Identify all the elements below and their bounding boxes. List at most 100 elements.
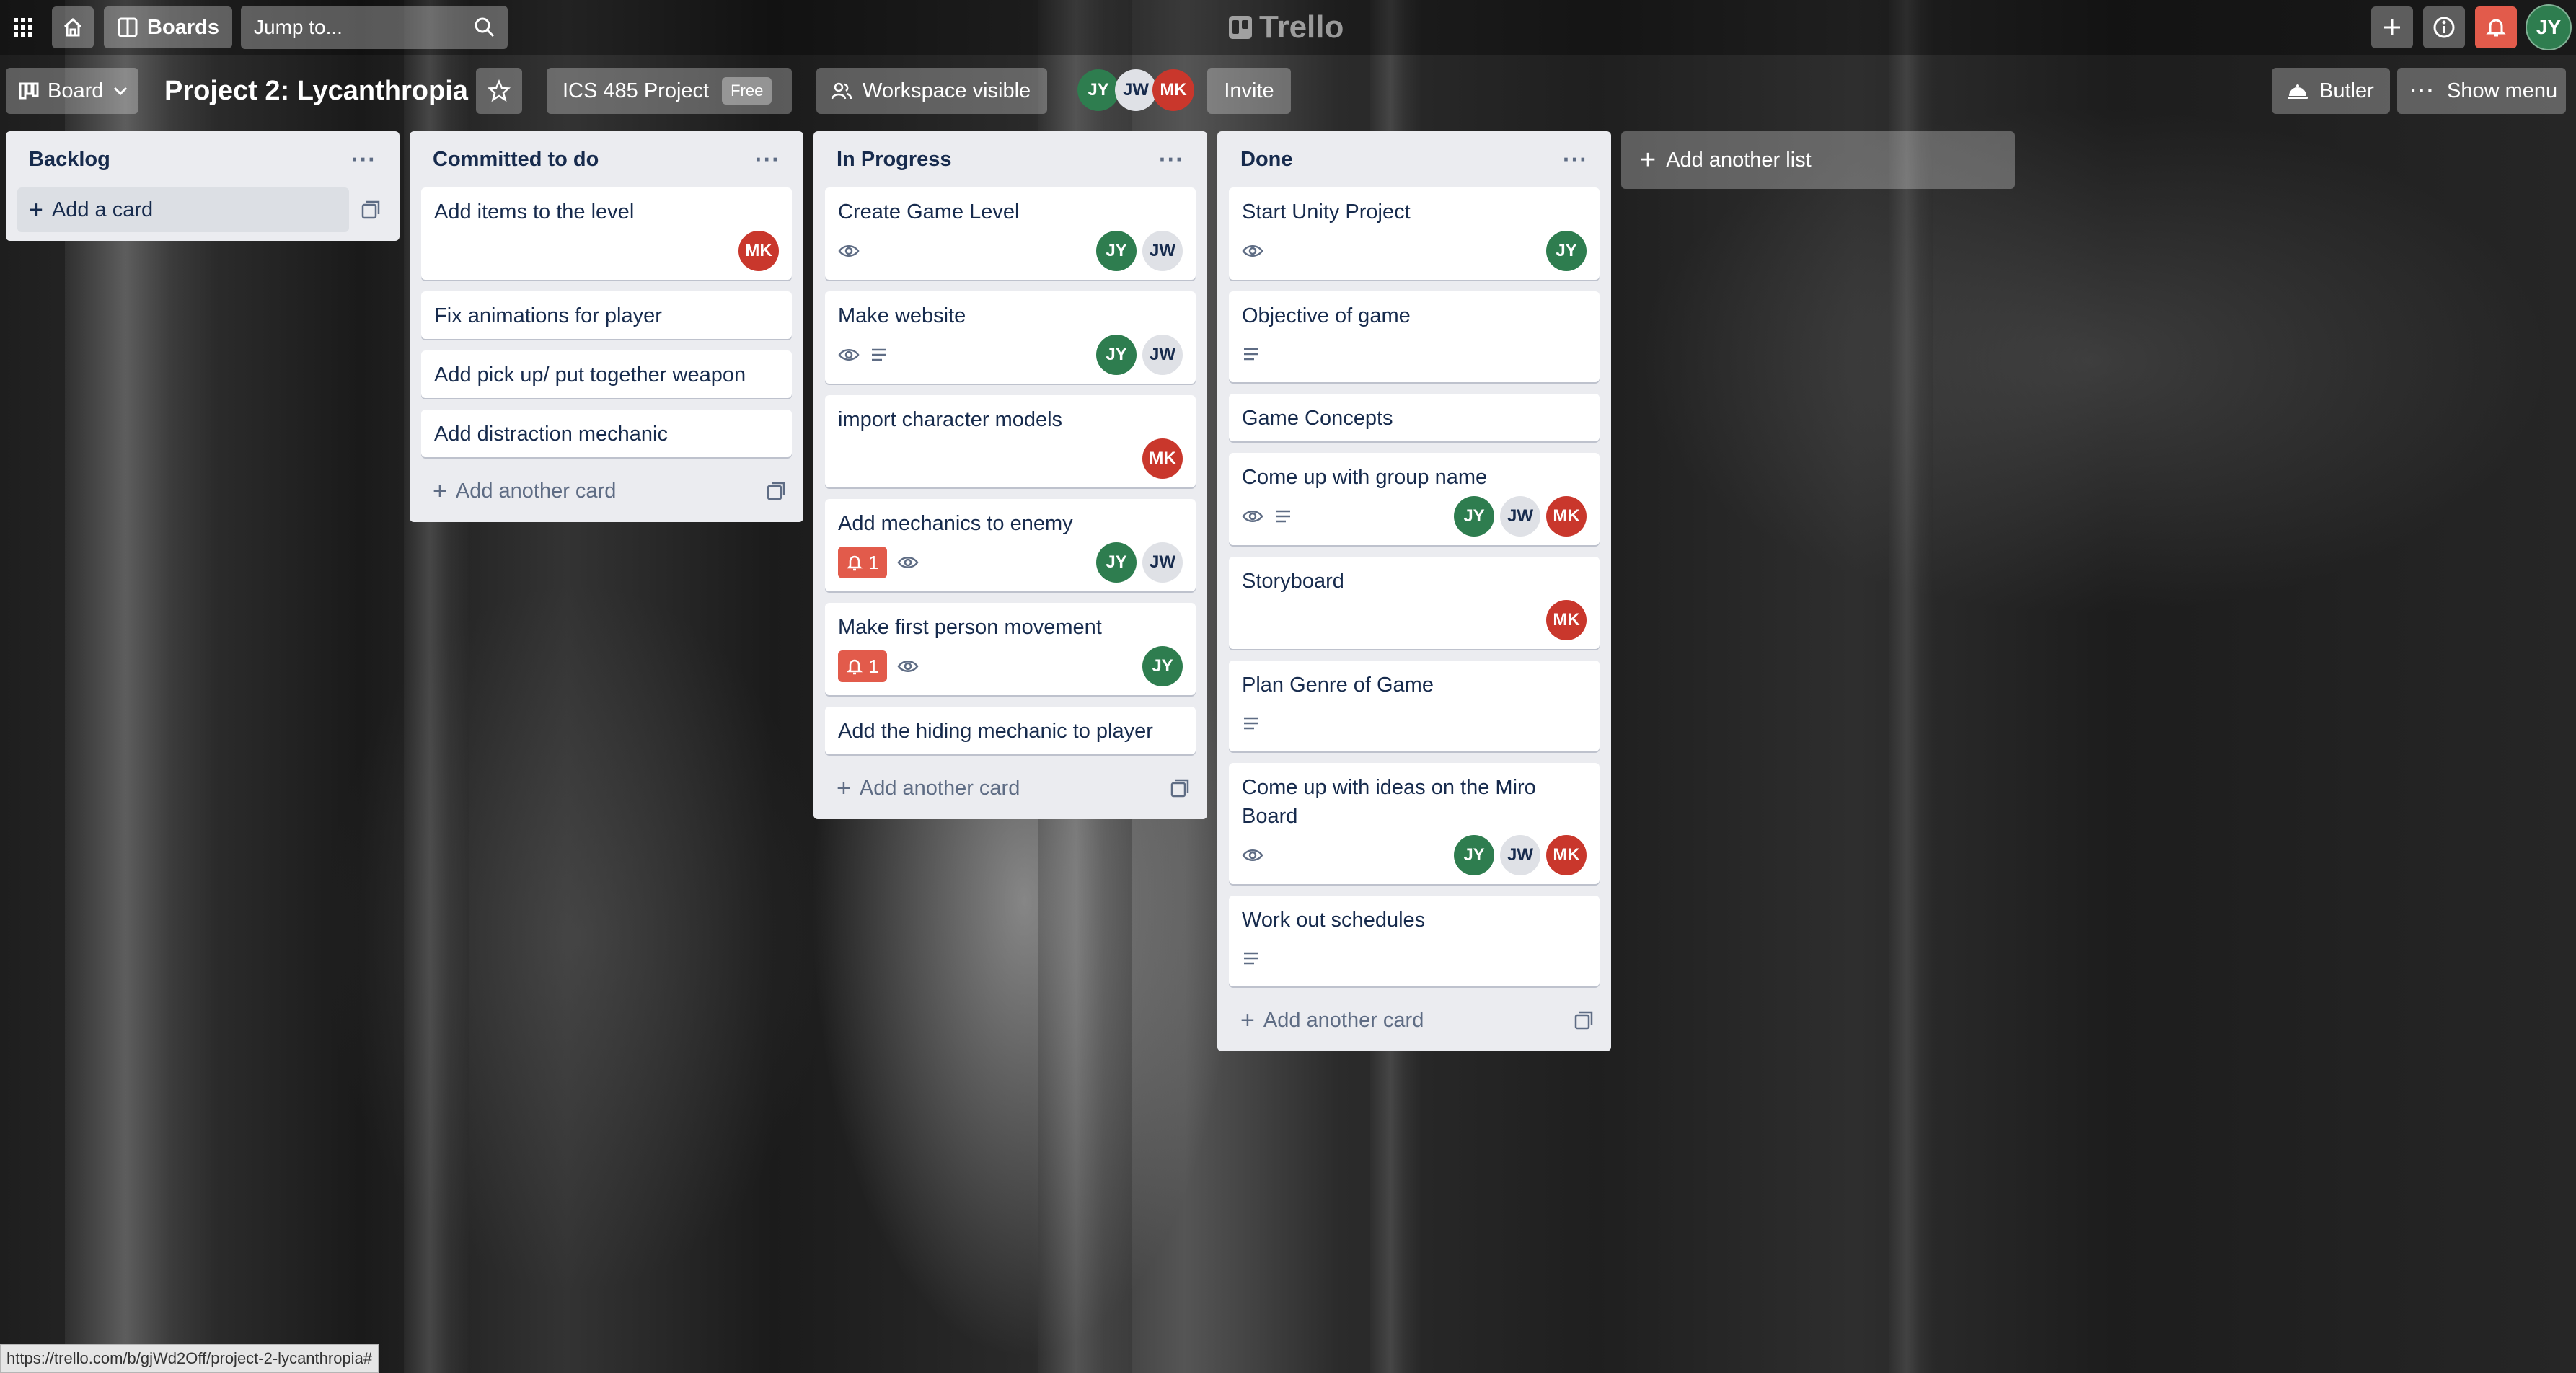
visibility-button[interactable]: Workspace visible (816, 68, 1047, 114)
card-title: Make first person movement (838, 616, 1102, 639)
create-button[interactable] (2371, 6, 2413, 48)
card-members: JY (1142, 646, 1183, 686)
workspace-button[interactable]: ICS 485 Project Free (547, 68, 792, 114)
card-badges-row: JY JW (838, 335, 1183, 375)
notifications-button[interactable] (2475, 6, 2517, 48)
member-avatar-jw[interactable]: JW (1142, 335, 1183, 375)
list-title[interactable]: Backlog (29, 148, 110, 172)
watch-eye-icon (838, 243, 860, 259)
due-date-badge[interactable]: 1 (838, 650, 888, 682)
card[interactable]: Fix animations for player (421, 291, 792, 339)
search-input[interactable]: Jump to... (241, 6, 508, 49)
add-card-button[interactable]: + Add a card (17, 187, 380, 232)
card[interactable]: Make first person movement 1 JY (825, 603, 1196, 695)
information-button[interactable] (2423, 6, 2465, 48)
butler-button[interactable]: Butler (2272, 68, 2390, 114)
list-actions-button[interactable]: ··· (1159, 146, 1184, 173)
add-card-label: Add another card (859, 776, 1020, 800)
member-initials: JW (1123, 80, 1149, 100)
card-members: JY (1546, 231, 1587, 271)
card-template-icon[interactable] (1574, 1010, 1594, 1030)
card-badges-row (1242, 704, 1587, 743)
background-tree (1889, 0, 1933, 1373)
card[interactable]: Storyboard MK (1229, 557, 1600, 649)
home-button[interactable] (52, 6, 94, 48)
card-template-icon[interactable] (1170, 778, 1190, 798)
card-badges-row: 1 JY (838, 646, 1183, 686)
board-view-switcher[interactable]: Board (6, 68, 138, 114)
member-avatar-jw[interactable]: JW (1500, 835, 1540, 875)
member-avatar-jy[interactable]: JY (1546, 231, 1587, 271)
card-template-icon[interactable] (766, 481, 786, 501)
member-avatar-jy[interactable]: JY (1096, 542, 1137, 583)
add-card-label-wrap: + Add another card (433, 477, 616, 506)
card-members: JY JW (1096, 335, 1183, 375)
card[interactable]: Game Concepts (1229, 394, 1600, 441)
list-actions-button[interactable]: ··· (351, 146, 376, 173)
apps-menu-button[interactable] (6, 6, 40, 48)
member-avatar-jy[interactable]: JY (1077, 69, 1119, 111)
card[interactable]: Start Unity Project JY (1229, 187, 1600, 280)
card[interactable]: Add items to the level MK (421, 187, 792, 280)
member-avatar-jy[interactable]: JY (1142, 646, 1183, 686)
card[interactable]: Come up with group name JY JW MK (1229, 453, 1600, 545)
card[interactable]: Come up with ideas on the Miro Board JY JW… (1229, 763, 1600, 884)
card[interactable]: Make website JY JW (825, 291, 1196, 384)
list-title[interactable]: In Progress (837, 148, 952, 172)
member-avatar-jw[interactable]: JW (1142, 542, 1183, 583)
card-badges-row: MK (838, 438, 1183, 479)
card-badges (838, 347, 888, 363)
list-committed-to-do: Committed to do ··· Add items to the level… (410, 131, 803, 522)
show-menu-button[interactable]: ··· Show menu (2397, 68, 2566, 114)
list-header: Committed to do ··· (421, 131, 792, 187)
board-title[interactable]: Project 2: Lycanthropia (164, 69, 468, 112)
card[interactable]: Create Game Level JY JW (825, 187, 1196, 280)
card[interactable]: Work out schedules (1229, 896, 1600, 986)
list-actions-button[interactable]: ··· (755, 146, 780, 173)
boards-button[interactable]: Boards (104, 6, 232, 48)
member-avatar-mk[interactable]: MK (1546, 600, 1587, 640)
card[interactable]: import character models MK (825, 395, 1196, 487)
card[interactable]: Plan Genre of Game (1229, 661, 1600, 751)
card[interactable]: Objective of game (1229, 291, 1600, 382)
card[interactable]: Add pick up/ put together weapon (421, 350, 792, 398)
member-avatar-jw[interactable]: JW (1115, 69, 1157, 111)
card-badges-row (1242, 335, 1587, 374)
card[interactable]: Add mechanics to enemy 1 JY JW (825, 499, 1196, 591)
member-avatar-jy[interactable]: JY (1454, 835, 1494, 875)
list-title[interactable]: Done (1240, 148, 1293, 172)
invite-button[interactable]: Invite (1207, 68, 1291, 114)
due-date-badge[interactable]: 1 (838, 547, 888, 578)
add-card-button[interactable]: + Add another card (421, 469, 792, 513)
member-avatar-mk[interactable]: MK (1152, 69, 1194, 111)
member-avatar-mk[interactable]: MK (738, 231, 779, 271)
member-avatar-jy[interactable]: JY (1454, 496, 1494, 537)
card-template-icon[interactable] (361, 200, 381, 220)
info-icon (2433, 17, 2455, 38)
add-card-button[interactable]: + Add another card (825, 766, 1196, 811)
card-title: Objective of game (1242, 304, 1411, 327)
add-card-button[interactable]: + Add another card (1229, 998, 1600, 1043)
star-board-button[interactable] (476, 68, 522, 114)
member-avatar-jw[interactable]: JW (1142, 231, 1183, 271)
card[interactable]: Add the hiding mechanic to player (825, 707, 1196, 754)
member-avatar-mk[interactable]: MK (1142, 438, 1183, 479)
member-avatar-mk[interactable]: MK (1546, 496, 1587, 537)
member-avatar-jw[interactable]: JW (1500, 496, 1540, 537)
trello-logo[interactable]: Trello (1229, 7, 1344, 48)
bell-icon (2486, 19, 2506, 37)
board-view-icon (19, 82, 39, 100)
card-title: Add pick up/ put together weapon (434, 363, 746, 387)
list-actions-button[interactable]: ··· (1563, 146, 1588, 173)
add-list-button[interactable]: + Add another list (1621, 131, 2015, 189)
member-avatar-mk[interactable]: MK (1546, 835, 1587, 875)
add-card-label: Add another card (455, 479, 617, 503)
card-title: Work out schedules (1242, 909, 1426, 932)
user-avatar[interactable]: JY (2526, 4, 2572, 50)
list-title[interactable]: Committed to do (433, 148, 599, 172)
member-avatar-jy[interactable]: JY (1096, 335, 1137, 375)
user-avatar-initials: JY (2536, 16, 2562, 38)
card[interactable]: Add distraction mechanic (421, 410, 792, 457)
member-avatar-jy[interactable]: JY (1096, 231, 1137, 271)
card-members: MK (1142, 438, 1183, 479)
